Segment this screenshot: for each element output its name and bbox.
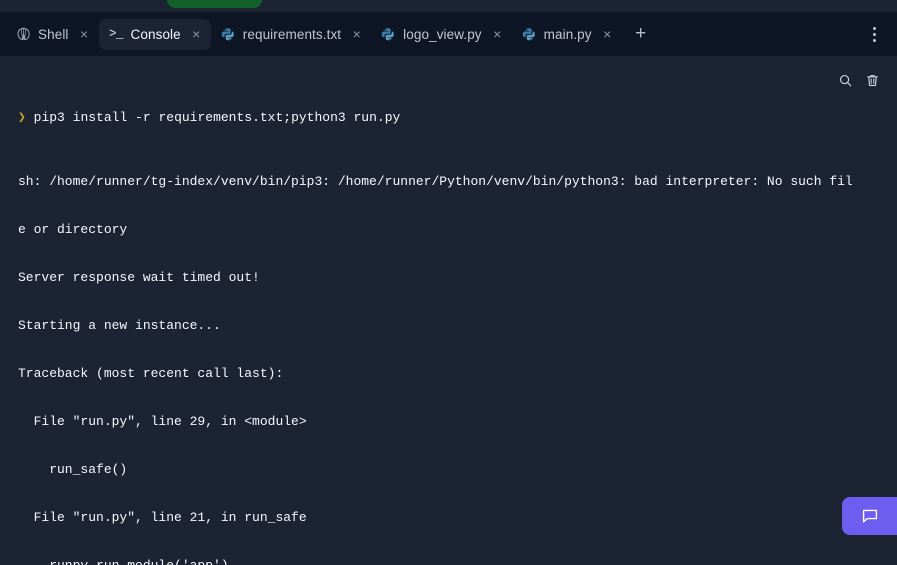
kebab-dot (872, 26, 876, 30)
console-output[interactable]: ❯ pip3 install -r requirements.txt;pytho… (0, 57, 897, 565)
tab-close-icon[interactable]: × (79, 27, 90, 41)
tab-logo-view-py[interactable]: logo_view.py × (371, 19, 512, 50)
shell-icon (16, 27, 31, 42)
python-icon (221, 27, 236, 42)
run-button[interactable] (167, 0, 262, 8)
overflow-menu-icon[interactable] (861, 19, 887, 49)
console-line: run_safe() (18, 462, 128, 477)
tab-requirements-txt[interactable]: requirements.txt × (211, 19, 371, 50)
console-command-text: pip3 install -r requirements.txt;python3… (33, 110, 401, 125)
console-line: e or directory (18, 222, 128, 237)
tab-main-py[interactable]: main.py × (512, 19, 622, 50)
python-icon (381, 27, 396, 42)
console-line: Starting a new instance... (18, 318, 221, 333)
console-line: sh: /home/runner/tg-index/venv/bin/pip3:… (18, 174, 853, 189)
console-line: File "run.py", line 21, in run_safe (18, 510, 307, 525)
chat-bubble-icon (862, 509, 877, 523)
tab-close-icon[interactable]: × (492, 27, 503, 41)
python-icon (522, 27, 537, 42)
console-action-bar (831, 66, 887, 95)
tab-console[interactable]: >_ Console × (98, 18, 211, 50)
tab-label: requirements.txt (242, 26, 342, 42)
console-line: Traceback (most recent call last): (18, 366, 284, 381)
console-command-line: ❯ pip3 install -r requirements.txt;pytho… (18, 110, 897, 126)
tab-bar: Shell × >_ Console × requirements.txt × (0, 12, 897, 57)
tab-label: Shell (38, 26, 69, 42)
tab-close-icon[interactable]: × (351, 27, 362, 41)
trash-icon[interactable] (860, 68, 885, 93)
prompt-marker-icon: ❯ (18, 110, 26, 125)
tab-close-icon[interactable]: × (602, 27, 613, 41)
console-lines: ❯ pip3 install -r requirements.txt;pytho… (0, 62, 897, 565)
tab-label: logo_view.py (403, 26, 482, 42)
search-icon[interactable] (833, 68, 858, 93)
new-tab-button[interactable]: + (626, 19, 656, 49)
kebab-dot (872, 32, 876, 36)
tab-shell[interactable]: Shell × (6, 19, 99, 50)
chat-bubble-button[interactable] (842, 497, 897, 535)
console-line: File "run.py", line 29, in <module> (18, 414, 307, 429)
top-strip (0, 0, 897, 12)
kebab-dot (872, 38, 876, 42)
tab-label: Console (130, 26, 181, 42)
console-line: Server response wait timed out! (18, 270, 260, 285)
tab-label: main.py (543, 26, 592, 42)
console-pane: Shell × >_ Console × requirements.txt × (0, 0, 897, 565)
tab-close-icon[interactable]: × (191, 27, 202, 41)
console-line: runpy.run_module('app') (18, 558, 897, 565)
console-prompt-icon: >_ (109, 27, 124, 41)
